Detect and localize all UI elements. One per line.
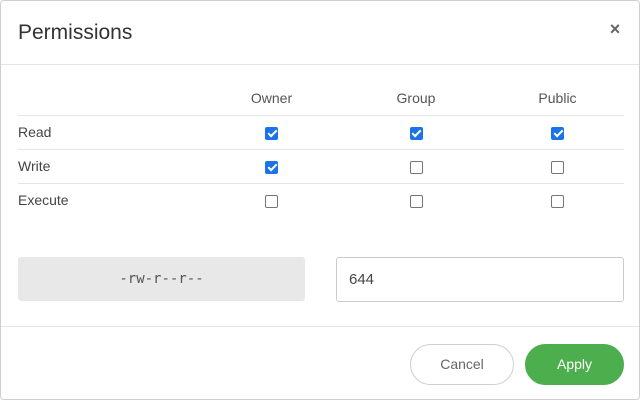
- checkbox-write-public[interactable]: [551, 160, 564, 174]
- permissions-dialog: Permissions × Owner Group Public Read Wr…: [0, 0, 640, 400]
- checkbox-execute-owner[interactable]: [265, 195, 278, 209]
- apply-button[interactable]: Apply: [525, 344, 624, 385]
- checkbox-read-group[interactable]: [409, 126, 423, 140]
- header-empty: [18, 81, 202, 116]
- table-row-execute: Execute: [18, 183, 624, 217]
- checkbox-read-public[interactable]: [551, 126, 564, 140]
- dialog-title: Permissions: [18, 21, 133, 44]
- row-label-write: Write: [18, 149, 202, 184]
- table-row-read: Read: [18, 115, 624, 150]
- row-label-read: Read: [18, 115, 202, 150]
- column-header-owner: Owner: [202, 81, 341, 116]
- column-header-public: Public: [491, 81, 624, 116]
- symbolic-permissions: -rw-r--r--: [18, 257, 305, 301]
- column-header-group: Group: [341, 81, 491, 116]
- dialog-header: Permissions ×: [1, 1, 639, 65]
- dialog-footer: Cancel Apply: [1, 326, 639, 399]
- checkbox-write-owner[interactable]: [265, 160, 278, 174]
- permissions-table: Owner Group Public Read Write Execute: [18, 81, 624, 217]
- close-icon[interactable]: ×: [607, 19, 623, 39]
- checkbox-execute-public[interactable]: [551, 195, 564, 209]
- cancel-button[interactable]: Cancel: [410, 344, 514, 385]
- table-header-row: Owner Group Public: [18, 81, 624, 116]
- octal-permissions-input[interactable]: [336, 257, 624, 302]
- checkbox-read-owner[interactable]: [265, 126, 278, 140]
- table-row-write: Write: [18, 149, 624, 184]
- checkbox-execute-group[interactable]: [409, 195, 423, 209]
- row-label-execute: Execute: [18, 192, 69, 209]
- checkbox-write-group[interactable]: [409, 160, 423, 174]
